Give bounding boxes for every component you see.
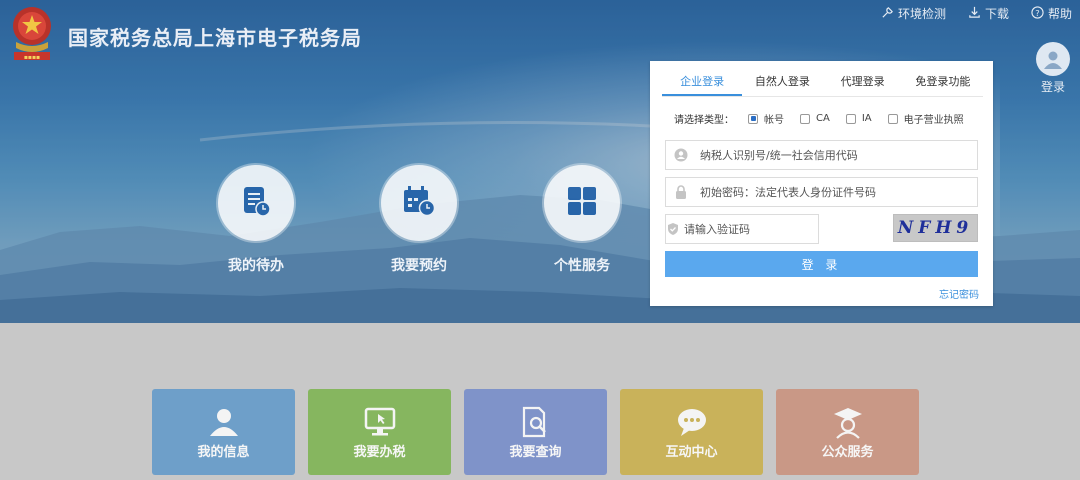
my-todo-service[interactable]: 我的待办: [218, 165, 294, 274]
tile-interaction-center[interactable]: 互动中心: [620, 389, 763, 475]
help-icon: ?: [1031, 5, 1044, 22]
type-e-license-label: 电子营业执照: [903, 115, 964, 126]
password-field: [665, 177, 978, 207]
search-document-icon: [519, 405, 553, 439]
tax-emblem-logo: ▪▪▪▪: [8, 4, 56, 64]
tab-enterprise-login[interactable]: 企业登录: [662, 69, 743, 96]
user-login-label: 登录: [1040, 80, 1065, 94]
login-panel: 企业登录 自然人登录 代理登录 免登录功能 请选择类型： 帐号 CA IA 电子…: [650, 61, 993, 306]
radio-unchecked-icon: [887, 113, 898, 124]
download-icon: [968, 6, 981, 22]
download-label: 下载: [984, 7, 1009, 21]
download-link[interactable]: 下载: [968, 5, 1009, 22]
personal-service-label: 个性服务: [554, 258, 610, 274]
type-ca-label: CA: [816, 113, 830, 124]
tile-interaction-center-label: 互动中心: [665, 445, 718, 460]
forgot-password-link[interactable]: 忘记密码: [939, 286, 979, 301]
login-tabs: 企业登录 自然人登录 代理登录 免登录功能: [662, 69, 983, 97]
personal-service[interactable]: 个性服务: [544, 165, 620, 274]
shield-icon: [666, 222, 680, 236]
radio-unchecked-icon: [845, 113, 856, 124]
svg-text:▪▪▪▪: ▪▪▪▪: [24, 54, 40, 61]
environment-check-link[interactable]: 环境检测: [881, 5, 946, 22]
user-icon: [666, 148, 696, 162]
captcha-field: [665, 214, 829, 244]
tab-no-login-functions[interactable]: 免登录功能: [903, 69, 983, 96]
graduate-icon: [831, 405, 865, 439]
monitor-pointer-icon: [363, 405, 397, 439]
svg-text:?: ?: [1035, 7, 1039, 17]
appointment-label: 我要预约: [391, 258, 447, 274]
login-type-label: 请选择类型：: [674, 115, 734, 126]
tile-file-tax[interactable]: 我要办税: [308, 389, 451, 475]
tile-my-info[interactable]: 我的信息: [152, 389, 295, 475]
lock-icon: [666, 185, 696, 199]
top-links: 环境检测 下载 ? 帮助: [881, 5, 1072, 22]
service-circle: [381, 165, 457, 241]
type-ca-option[interactable]: CA: [800, 113, 830, 124]
tile-query-label: 我要查询: [509, 445, 562, 460]
tile-public-service-label: 公众服务: [821, 445, 874, 460]
type-account-option[interactable]: 帐号: [748, 111, 784, 126]
tab-individual-login[interactable]: 自然人登录: [742, 69, 822, 96]
appointment-service[interactable]: 我要预约: [381, 165, 457, 274]
type-e-license-option[interactable]: 电子营业执照: [887, 111, 964, 126]
tile-file-tax-label: 我要办税: [353, 445, 406, 460]
person-icon: [207, 405, 241, 439]
tools-icon: [881, 6, 894, 22]
service-circle: [218, 165, 294, 241]
type-account-label: 帐号: [764, 115, 784, 126]
captcha-image[interactable]: NFH9: [893, 214, 978, 242]
radio-checked-icon: [748, 113, 758, 124]
tile-query[interactable]: 我要查询: [464, 389, 607, 475]
type-ia-label: IA: [861, 113, 872, 124]
user-avatar-icon: [1036, 42, 1070, 76]
service-circle: [544, 165, 620, 241]
help-link[interactable]: ? 帮助: [1031, 5, 1072, 22]
captcha-input[interactable]: [680, 216, 829, 242]
calendar-clock-icon: [401, 184, 437, 222]
help-label: 帮助: [1047, 7, 1072, 21]
site-title: 国家税务总局上海市电子税务局: [68, 26, 362, 50]
tile-my-info-label: 我的信息: [197, 445, 250, 460]
radio-unchecked-icon: [800, 113, 810, 124]
tile-public-service[interactable]: 公众服务: [776, 389, 919, 475]
environment-check-label: 环境检测: [897, 7, 946, 21]
taxpayer-id-field: [665, 140, 978, 170]
grid-icon: [566, 185, 598, 221]
password-input[interactable]: [696, 179, 977, 205]
tab-agent-login[interactable]: 代理登录: [823, 69, 903, 96]
chat-bubble-icon: [675, 405, 709, 439]
user-login-button[interactable]: 登录: [1034, 42, 1072, 95]
my-todo-label: 我的待办: [228, 258, 284, 274]
document-clock-icon: [239, 184, 273, 222]
login-submit-button[interactable]: 登 录: [665, 251, 978, 277]
login-type-selector: 请选择类型： 帐号 CA IA 电子营业执照: [674, 111, 984, 126]
type-ia-option[interactable]: IA: [845, 113, 872, 124]
taxpayer-id-input[interactable]: [696, 142, 977, 168]
